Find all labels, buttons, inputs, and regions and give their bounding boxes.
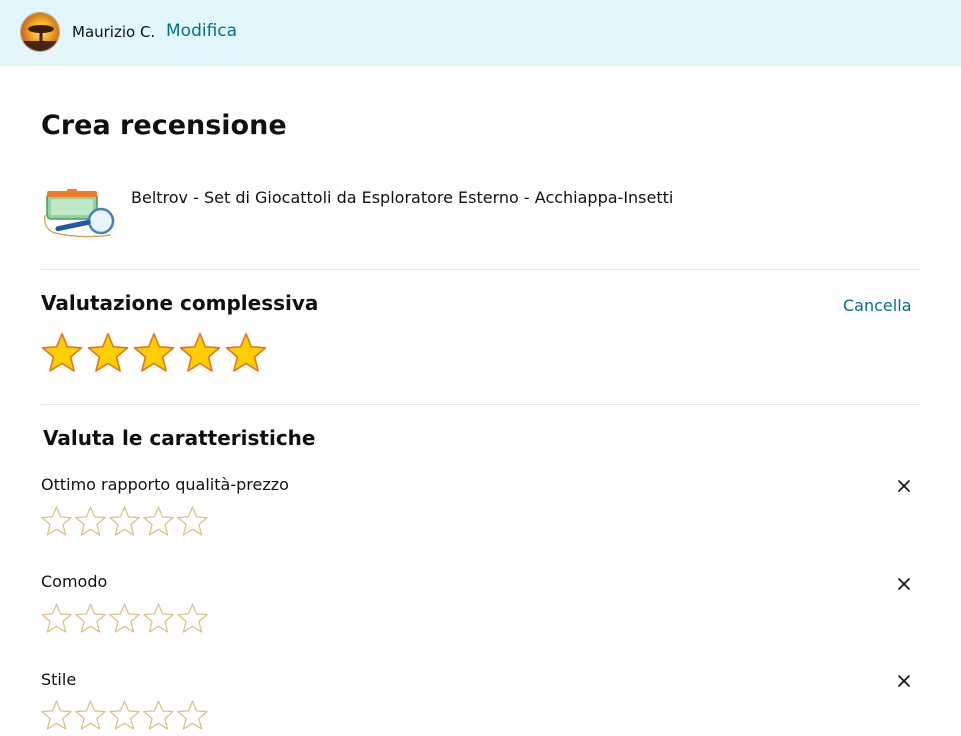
empty-star-icon[interactable] <box>176 505 209 538</box>
close-icon <box>898 480 910 492</box>
empty-star-icon[interactable] <box>142 602 175 635</box>
empty-star-icon[interactable] <box>40 699 73 732</box>
empty-star-icon[interactable] <box>108 602 141 635</box>
close-icon <box>898 578 910 590</box>
feature-label-value: Ottimo rapporto qualità-prezzo <box>41 475 289 494</box>
divider <box>41 404 921 405</box>
overall-star-rating[interactable] <box>40 331 268 375</box>
page-title: Crea recensione <box>41 110 287 141</box>
user-name: Maurizio C. <box>72 23 156 41</box>
filled-star-icon[interactable] <box>178 331 222 375</box>
product-thumbnail[interactable] <box>41 185 117 241</box>
empty-star-icon[interactable] <box>108 505 141 538</box>
close-icon <box>898 675 910 687</box>
empty-star-icon[interactable] <box>40 505 73 538</box>
empty-star-icon[interactable] <box>74 602 107 635</box>
feature-label-style: Stile <box>41 670 77 689</box>
remove-feature-comfort-button[interactable] <box>894 574 914 594</box>
user-avatar[interactable] <box>20 12 60 52</box>
overall-rating-title: Valutazione complessiva <box>41 291 319 315</box>
empty-star-icon[interactable] <box>108 699 141 732</box>
remove-feature-value-button[interactable] <box>894 476 914 496</box>
bug-catcher-kit-thumbnail-icon <box>44 189 115 238</box>
feature-ratings-title: Valuta le caratteristiche <box>43 426 316 450</box>
feature-label-comfort: Comodo <box>41 572 108 591</box>
filled-star-icon[interactable] <box>224 331 268 375</box>
filled-star-icon[interactable] <box>40 331 84 375</box>
empty-star-icon[interactable] <box>176 602 209 635</box>
divider <box>41 269 921 270</box>
clear-rating-link[interactable]: Cancella <box>843 296 911 315</box>
empty-star-icon[interactable] <box>142 505 175 538</box>
empty-star-icon[interactable] <box>74 699 107 732</box>
sunset-tree-avatar-icon <box>21 13 59 51</box>
feature-star-rating-comfort[interactable] <box>40 602 209 635</box>
empty-star-icon[interactable] <box>142 699 175 732</box>
filled-star-icon[interactable] <box>86 331 130 375</box>
feature-star-rating-style[interactable] <box>40 699 209 732</box>
remove-feature-style-button[interactable] <box>894 671 914 691</box>
filled-star-icon[interactable] <box>132 331 176 375</box>
edit-profile-link[interactable]: Modifica <box>166 21 237 41</box>
feature-star-rating-value[interactable] <box>40 505 209 538</box>
profile-header: Maurizio C. Modifica <box>0 0 961 66</box>
empty-star-icon[interactable] <box>176 699 209 732</box>
empty-star-icon[interactable] <box>40 602 73 635</box>
empty-star-icon[interactable] <box>74 505 107 538</box>
product-title[interactable]: Beltrov - Set di Giocattoli da Esplorato… <box>131 188 673 207</box>
